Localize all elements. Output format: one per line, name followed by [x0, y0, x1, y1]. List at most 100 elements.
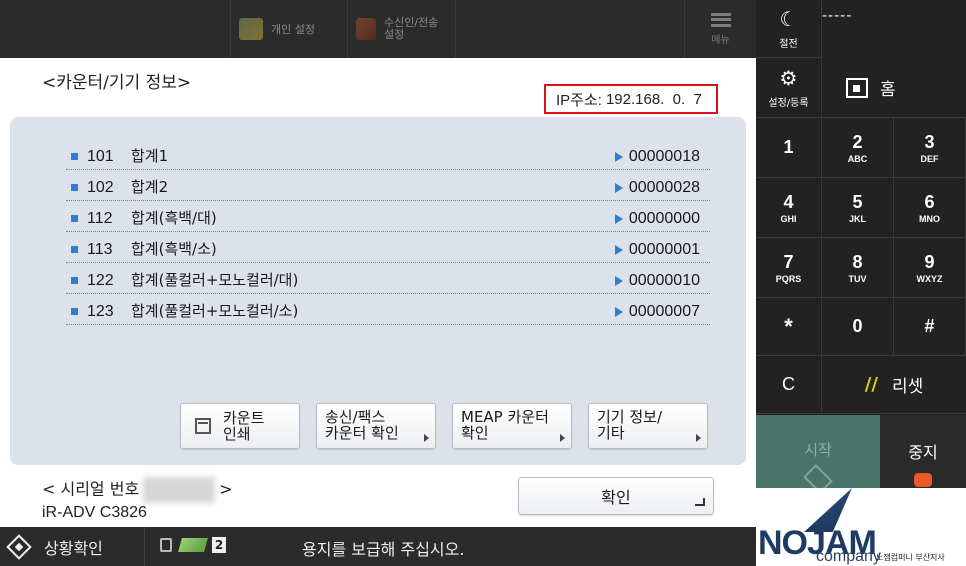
reset-icon: // — [864, 374, 878, 395]
key-3[interactable]: 3 DEF — [894, 118, 966, 178]
counter-value: 00000000 — [628, 210, 700, 227]
counter-name: 합계1 — [131, 147, 169, 165]
counter-code: 113 — [87, 241, 113, 258]
counter-value: 00000007 — [628, 303, 700, 320]
status-message: 용지를 보급해 주십시오. — [302, 540, 465, 559]
chevron-right-icon — [560, 434, 565, 442]
status-bar: 상황확인 2 용지를 보급해 주십시오. — [0, 527, 756, 566]
triangle-right-icon — [614, 183, 623, 193]
counter-code: 101 — [87, 148, 114, 165]
triangle-right-icon — [614, 307, 623, 317]
key-8[interactable]: 8 TUV — [822, 238, 894, 298]
key-6[interactable]: 6 MNO — [894, 178, 966, 238]
ip-address-display: IP주소: 192.168. 0. 7 — [544, 84, 718, 114]
energy-saver-button[interactable]: ☾ 절전 — [756, 0, 822, 58]
stop-button[interactable]: 중지 — [880, 415, 966, 488]
meap-counter-button[interactable]: MEAP 카운터 확인 — [452, 403, 572, 449]
personal-settings-button[interactable]: 개인 설정 — [230, 0, 348, 58]
moon-icon: ☾ — [779, 7, 798, 31]
key-0[interactable]: 0 — [822, 298, 894, 356]
ip-value: 192.168. 0. 7 — [605, 90, 702, 108]
triangle-right-icon — [614, 214, 623, 224]
job-count-badge: 2 — [212, 537, 226, 553]
chevron-right-icon — [696, 434, 701, 442]
hamburger-menu-icon — [710, 12, 731, 27]
counter-value: 00000018 — [628, 148, 700, 165]
clear-button[interactable]: C — [756, 356, 822, 414]
settings-registration-button[interactable]: ⚙ 설정/등록 — [756, 58, 822, 118]
bullet-icon — [71, 215, 78, 222]
triangle-right-icon — [614, 276, 623, 286]
key-asterisk[interactable]: * — [756, 298, 822, 356]
recipient-book-icon — [356, 18, 376, 40]
logo-branch: 노잼컴퍼니 부산지사 — [876, 553, 945, 562]
model-name: iR-ADV C3826 — [42, 504, 147, 521]
print-list-icon — [195, 418, 211, 434]
home-button[interactable]: 홈 — [822, 58, 966, 118]
counter-name: 합계(풀컬러+모노컬러/소) — [131, 302, 299, 320]
counter-name: 합계(흑백/대) — [131, 209, 217, 227]
counter-list: 101 합계1 00000018 102 합계2 00000028 112 합계… — [66, 139, 710, 325]
lock-icon — [160, 538, 172, 552]
page-title: <카운터/기기 정보> — [42, 73, 192, 93]
ip-label: IP주소: — [556, 91, 602, 109]
send-fax-counter-button[interactable]: 송신/팩스 카운터 확인 — [316, 403, 436, 449]
key-5[interactable]: 5 JKL — [822, 178, 894, 238]
counter-value-wrap: 00000000 — [614, 210, 700, 228]
counter-row[interactable]: 101 합계1 00000018 — [66, 139, 710, 170]
watermark-logo: NOJAM company 노잼컴퍼니 부산지사 — [756, 488, 966, 566]
counter-row[interactable]: 112 합계(흑백/대) 00000000 — [66, 201, 710, 232]
key-2[interactable]: 2 ABC — [822, 118, 894, 178]
enter-icon — [695, 498, 705, 506]
counter-code: 102 — [87, 179, 114, 196]
serial-label: < 시리얼 번호 — [42, 479, 140, 499]
counter-row[interactable]: 122 합계(풀컬러+모노컬러/대) 00000010 — [66, 263, 710, 294]
menu-button[interactable]: 메뉴 — [684, 0, 756, 58]
key-7[interactable]: 7 PQRS — [756, 238, 822, 298]
logo-company: company — [816, 548, 881, 565]
menu-label: 메뉴 — [711, 34, 730, 46]
counter-value: 00000010 — [628, 272, 700, 289]
triangle-right-icon — [614, 152, 623, 162]
print-counter-button[interactable]: 카운트 인쇄 — [180, 403, 300, 449]
counter-value-wrap: 00000007 — [614, 303, 700, 321]
counter-name: 합계(풀컬러+모노컬러/대) — [131, 271, 299, 289]
top-bar: 개인 설정 수신인/전송 설정 메뉴 — [0, 0, 756, 58]
personal-settings-icon — [239, 18, 263, 40]
key-1[interactable]: 1 — [756, 118, 822, 178]
stop-icon — [914, 473, 932, 487]
counter-value: 00000001 — [628, 241, 700, 258]
counter-value: 00000028 — [628, 179, 700, 196]
chevron-right-icon — [424, 434, 429, 442]
counter-row[interactable]: 123 합계(풀컬러+모노컬러/소) 00000007 — [66, 294, 710, 325]
key-4[interactable]: 4 GHI — [756, 178, 822, 238]
counter-row[interactable]: 102 합계2 00000028 — [66, 170, 710, 201]
reset-button[interactable]: // 리셋 — [822, 356, 966, 414]
counter-row[interactable]: 113 합계(흑백/소) 00000001 — [66, 232, 710, 263]
counter-name: 합계(흑백/소) — [131, 240, 217, 258]
counter-display: ----- — [822, 8, 853, 24]
counter-value-wrap: 00000018 — [614, 148, 700, 166]
job-status-indicators: 2 — [160, 537, 226, 553]
status-monitor-icon — [6, 533, 32, 560]
recipient-send-settings-label: 수신인/전송 설정 — [384, 16, 439, 41]
serial-number-block: < 시리얼 번호 > iR-ADV C3826 — [42, 477, 233, 522]
bullet-icon — [71, 246, 78, 253]
home-icon — [846, 77, 868, 98]
status-monitor-button[interactable]: 상황확인 — [0, 527, 145, 566]
counter-code: 122 — [87, 272, 114, 289]
triangle-right-icon — [614, 245, 623, 255]
start-button[interactable]: 시작 — [756, 415, 880, 494]
device-info-button[interactable]: 기기 정보/기타 — [588, 403, 708, 449]
paper-supply-icon — [178, 538, 208, 552]
ok-button[interactable]: 확인 — [518, 477, 714, 515]
counter-panel: 101 합계1 00000018 102 합계2 00000028 112 합계… — [10, 117, 746, 465]
key-9[interactable]: 9 WXYZ — [894, 238, 966, 298]
key-hash[interactable]: # — [894, 298, 966, 356]
personal-settings-label: 개인 설정 — [271, 23, 315, 36]
gear-icon: ⚙ — [779, 66, 798, 90]
recipient-send-settings-button[interactable]: 수신인/전송 설정 — [348, 0, 456, 58]
counter-code: 112 — [87, 210, 113, 227]
counter-value-wrap: 00000010 — [614, 272, 700, 290]
bullet-icon — [71, 184, 78, 191]
